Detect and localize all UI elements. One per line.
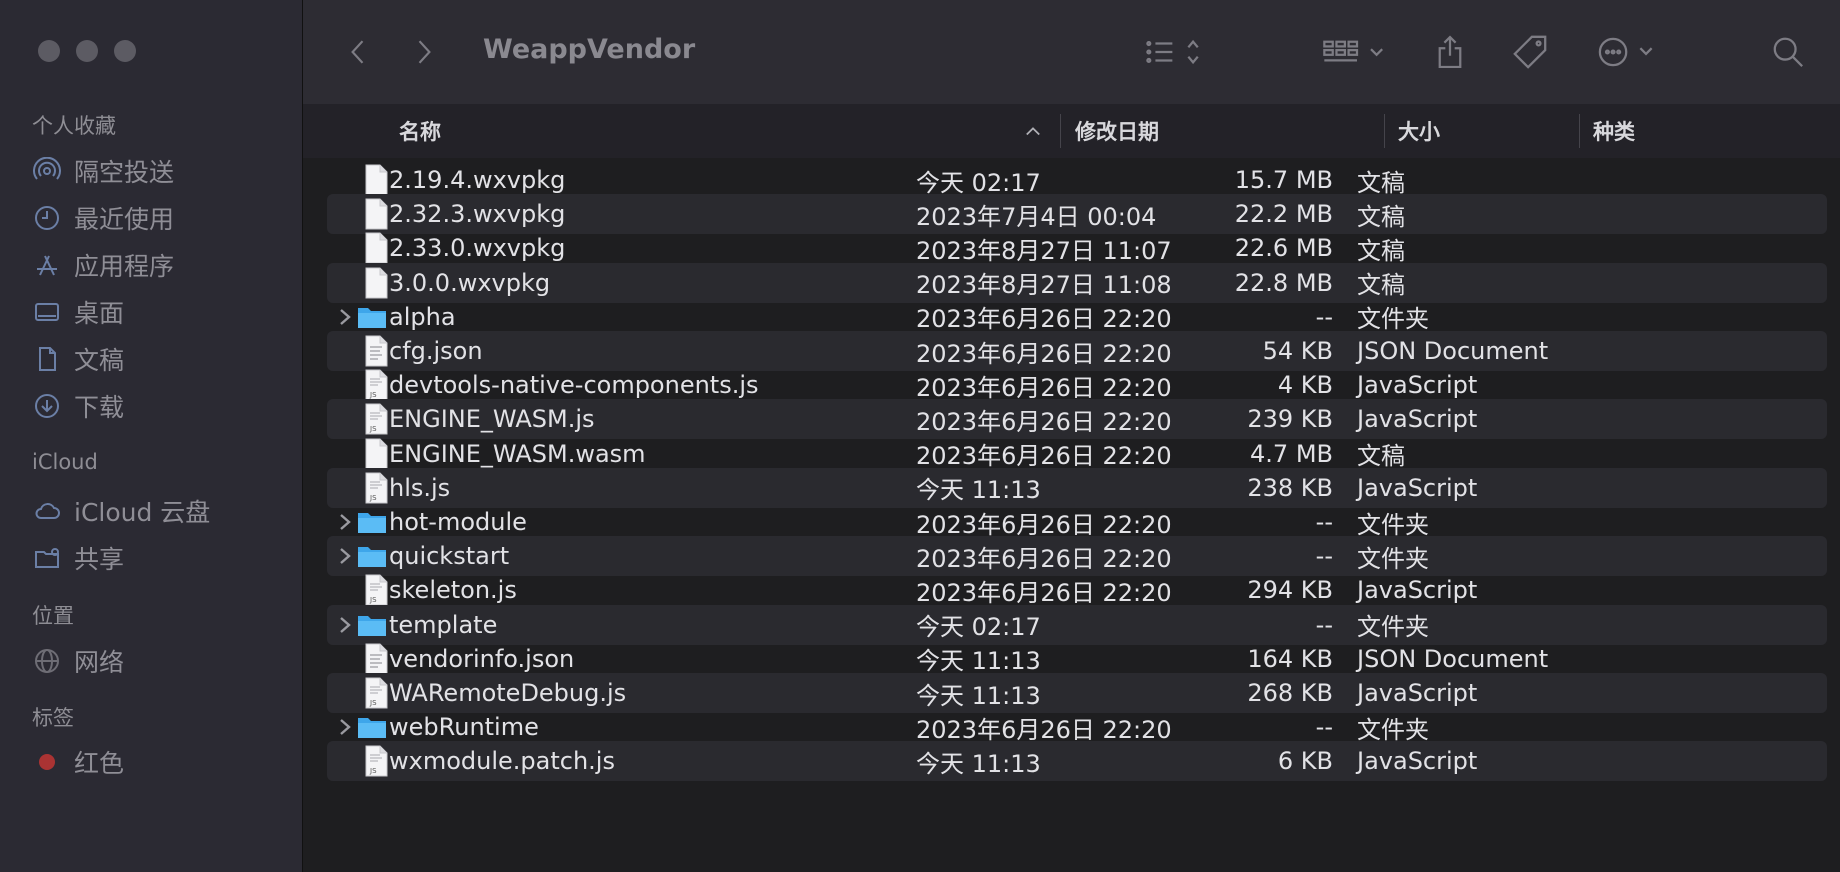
airdrop-icon [32,156,62,186]
javascript-file-icon: JS [364,677,388,709]
sidebar-item-desktop[interactable]: 桌面 [32,292,124,332]
sidebar-item-label: 网络 [74,648,125,677]
share-button[interactable] [1433,30,1467,74]
file-modified-date: 今天 11:13 [916,749,1041,778]
search-button[interactable] [1768,30,1808,74]
sidebar-item-label: 下载 [74,393,125,422]
svg-text:JS: JS [369,596,377,604]
file-name: wxmodule.patch.js [389,747,615,776]
sidebar-item-recents[interactable]: 最近使用 [32,198,174,238]
file-size: 6 KB [1277,747,1333,776]
sidebar-item-icloud-drive[interactable]: iCloud 云盘 [32,491,210,531]
more-actions-button[interactable] [1595,30,1665,74]
json-file-icon [364,643,388,675]
javascript-file-icon: JS [364,574,388,606]
column-header-name[interactable]: 名称 [399,104,441,158]
javascript-file-icon: JS [364,369,388,401]
tag-dot-icon [32,747,62,777]
sidebar-item-downloads[interactable]: 下载 [32,386,124,426]
javascript-file-icon: JS [364,403,388,435]
document-file-icon [364,438,388,470]
section-title-locations: 位置 [32,604,74,628]
sidebar-item-label: iCloud 云盘 [74,498,211,527]
applications-icon [32,250,62,280]
toolbar: WeappVendor [303,0,1840,105]
window-controls [38,40,136,62]
file-row[interactable]: JS wxmodule.patch.js 今天 11:13 6 KB JavaScrip… [327,741,1827,782]
search-icon [1773,37,1803,67]
sidebar-item-label: 隔空投送 [74,158,175,187]
close-button[interactable] [38,40,60,62]
minimize-button[interactable] [76,40,98,62]
sidebar-item-shared[interactable]: 共享 [32,538,124,578]
document-icon [32,344,62,374]
sidebar-item-label: 共享 [74,545,125,574]
column-divider[interactable] [1384,114,1385,148]
ellipsis-circle-icon [1598,37,1653,67]
clock-icon [32,203,62,233]
section-title-favorites: 个人收藏 [32,114,116,138]
window-title: WeappVendor [483,34,696,65]
zoom-button[interactable] [114,40,136,62]
share-icon [1438,35,1462,69]
sidebar-item-airdrop[interactable]: 隔空投送 [32,151,174,191]
sidebar-item-applications[interactable]: 应用程序 [32,245,174,285]
sidebar-item-documents[interactable]: 文稿 [32,339,124,379]
column-divider[interactable] [1060,114,1061,148]
json-file-icon [364,335,388,367]
back-button[interactable] [343,30,373,74]
document-file-icon [364,267,388,299]
document-file-icon [364,198,388,230]
javascript-file-icon: JS [364,472,388,504]
sidebar-item-network[interactable]: 网络 [32,641,124,681]
column-divider[interactable] [1579,114,1580,148]
svg-text:JS: JS [369,767,377,775]
section-title-tags: 标签 [32,706,74,730]
tag-button[interactable] [1508,30,1552,74]
sort-ascending-icon[interactable] [1025,104,1041,158]
sidebar-item-label: 文稿 [74,346,125,375]
chevron-right-icon [418,40,431,64]
shared-folder-icon [32,543,62,573]
document-file-icon [364,232,388,264]
sidebar-item-label: 红色 [74,749,125,778]
svg-text:JS: JS [369,425,377,433]
svg-text:JS: JS [369,699,377,707]
download-icon [32,391,62,421]
finder-window: 个人收藏 隔空投送 最近使用 应用程序 桌面 文稿 下载 iCloud iClo… [0,0,1840,872]
list-view-icon [1146,39,1199,65]
svg-text:JS: JS [369,494,377,502]
forward-button[interactable] [409,30,439,74]
sidebar-item-tag-red[interactable]: 红色 [32,742,124,782]
column-header-date[interactable]: 修改日期 [1075,104,1159,158]
cloud-icon [32,496,62,526]
file-list: 2.19.4.wxvpkg 今天 02:17 15.7 MB 文稿 2.32.3.wxv… [303,158,1840,872]
group-button[interactable] [1320,30,1394,74]
globe-icon [32,646,62,676]
column-header: 名称 修改日期 大小 种类 [303,104,1840,159]
svg-text:JS: JS [369,391,377,399]
section-title-icloud: iCloud [32,450,98,474]
column-header-kind[interactable]: 种类 [1593,104,1635,158]
tag-icon [1513,35,1547,69]
document-file-icon [364,164,388,196]
sidebar-item-label: 桌面 [74,299,125,328]
sidebar-item-label: 最近使用 [74,205,175,234]
column-header-size[interactable]: 大小 [1398,104,1440,158]
chevron-left-icon [351,40,364,64]
sidebar: 个人收藏 隔空投送 最近使用 应用程序 桌面 文稿 下载 iCloud iClo… [0,0,303,872]
javascript-file-icon: JS [364,745,388,777]
file-kind: JavaScript [1357,747,1478,776]
sidebar-item-label: 应用程序 [74,252,175,281]
view-options-button[interactable] [1143,30,1213,74]
grid-view-icon [1323,40,1383,62]
desktop-icon [32,297,62,327]
